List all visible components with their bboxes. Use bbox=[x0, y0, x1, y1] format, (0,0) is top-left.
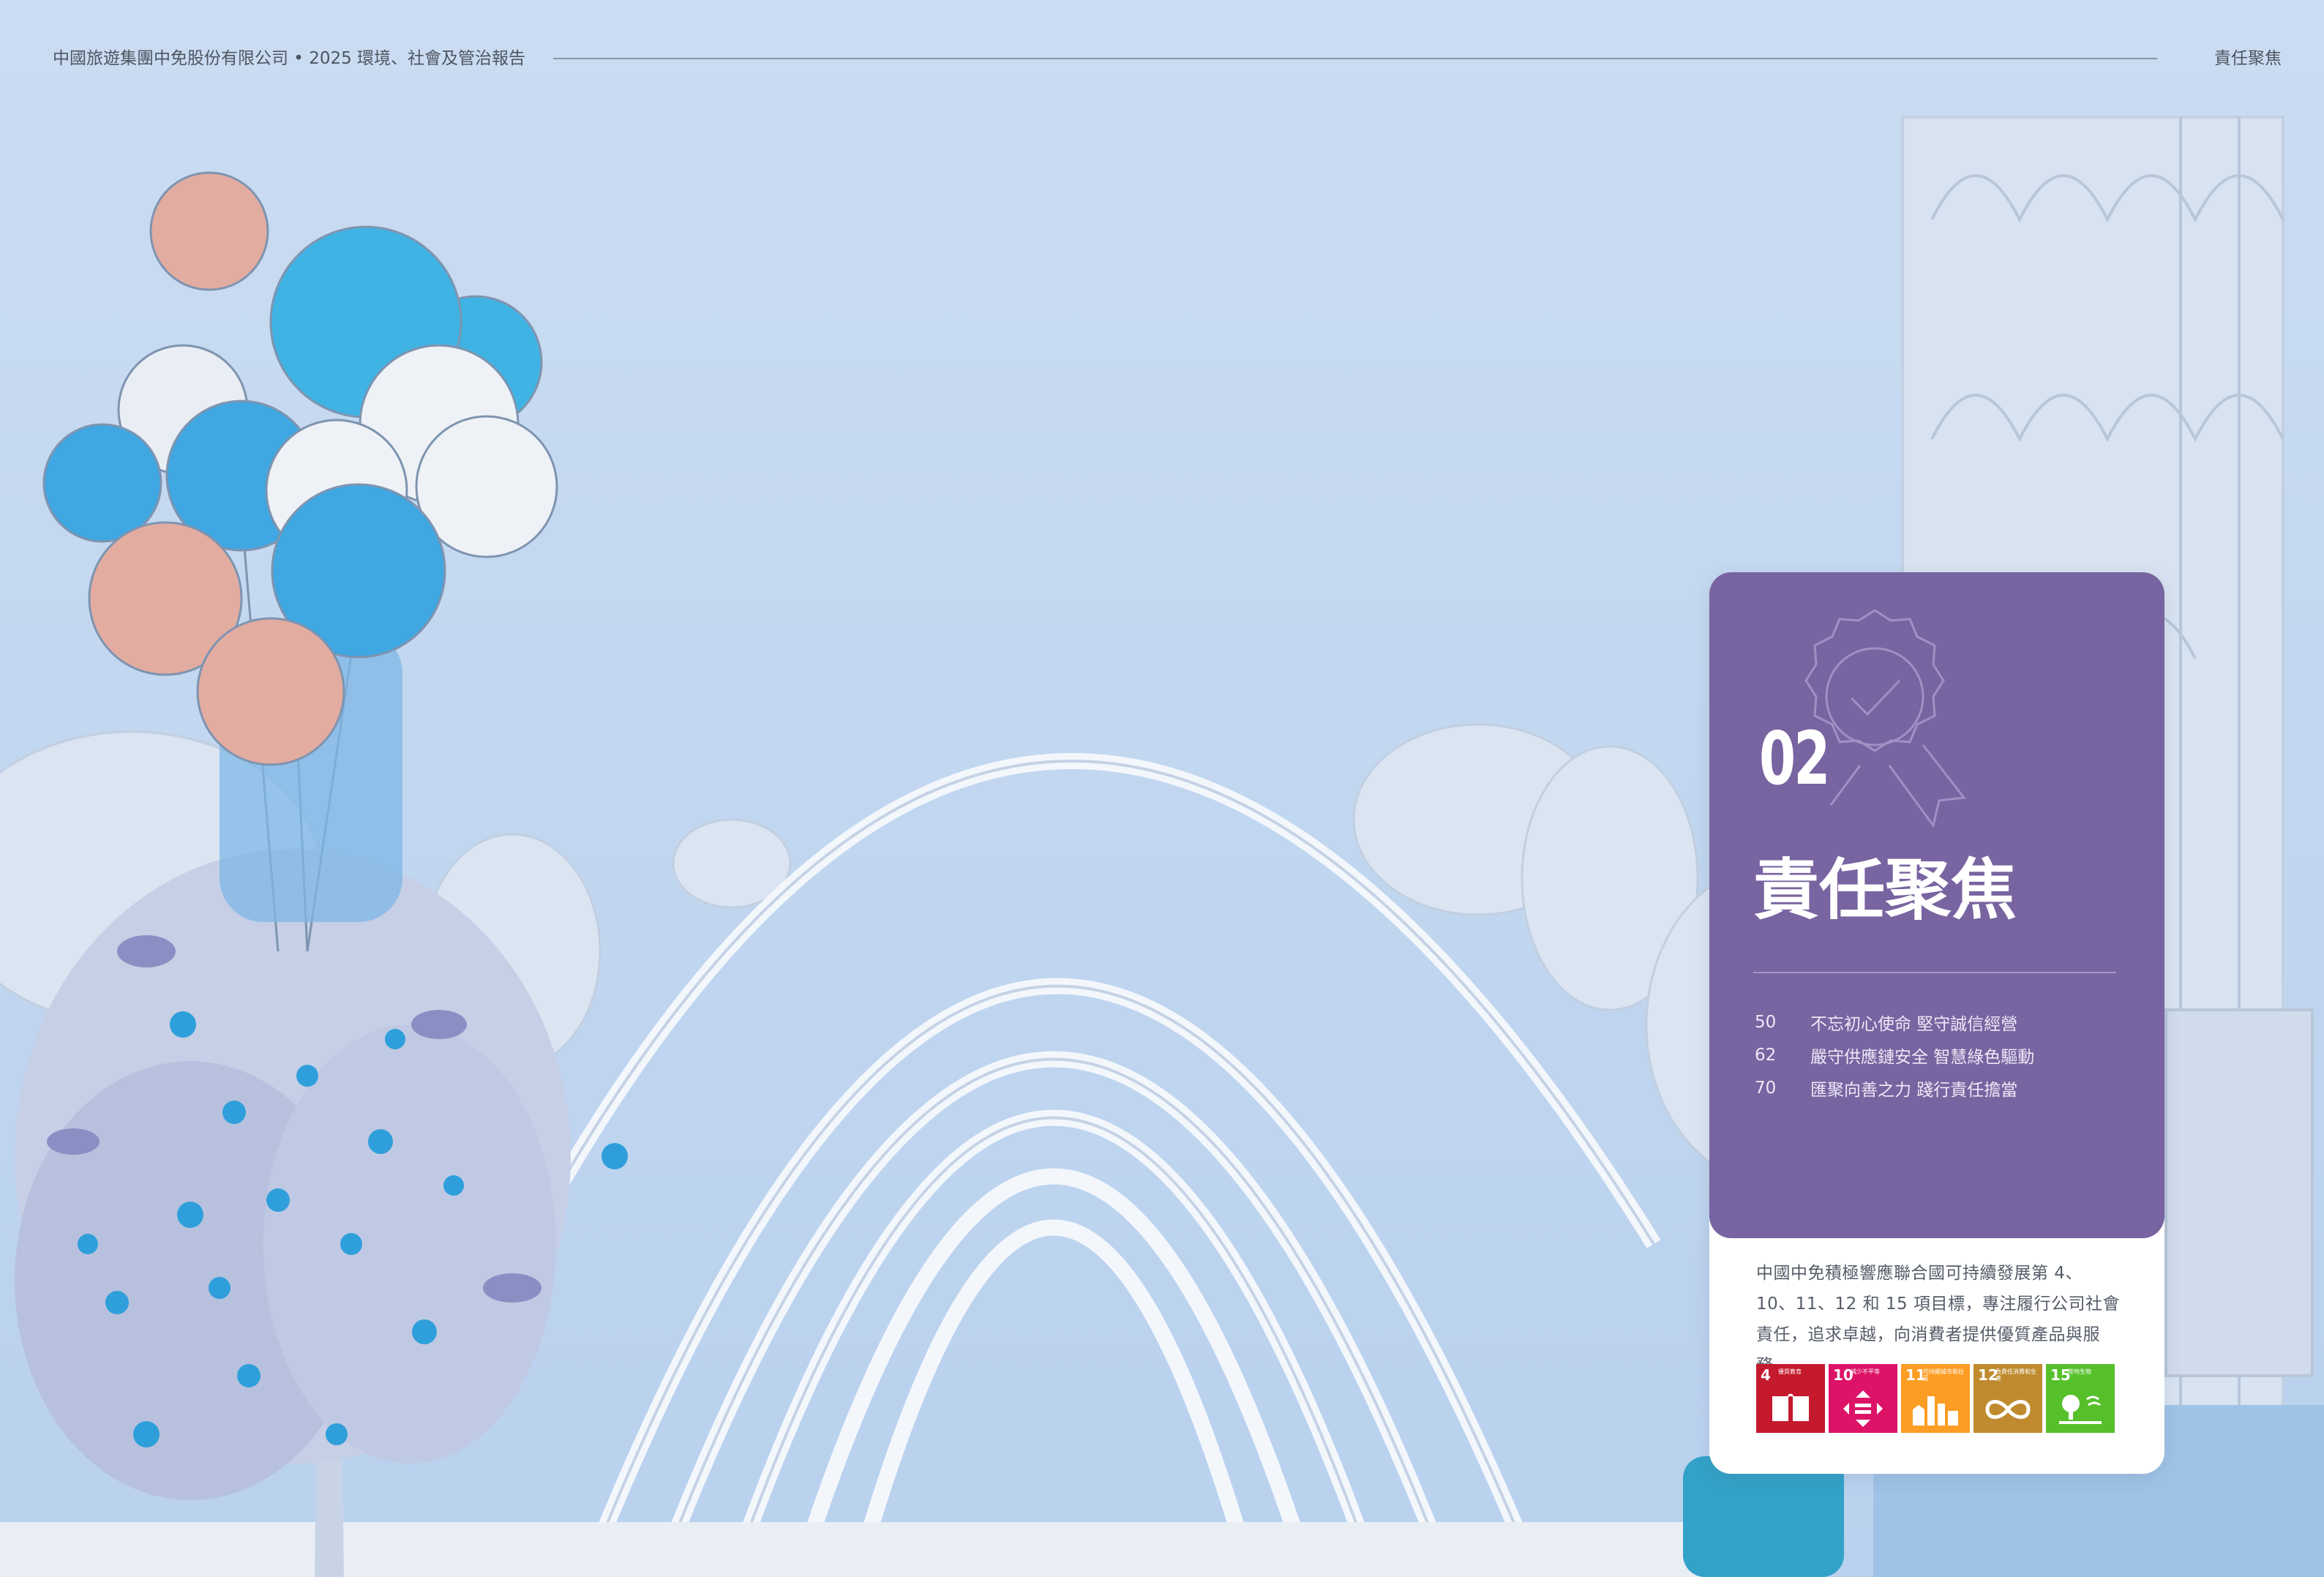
description-line: 10、11、12 和 15 項目標，專注履行公司社會 bbox=[1756, 1295, 2120, 1314]
contents-item-title: 匯聚向善之力 踐行責任擔當 bbox=[1810, 1080, 2018, 1100]
sdg-11-icon: 11 可持續城市和社區 bbox=[1901, 1364, 1970, 1433]
contents-item[interactable]: 62 嚴守供應鏈安全 智慧綠色驅動 bbox=[1755, 1038, 2034, 1071]
chapter-contents-list: 50 不忘初心使命 堅守誠信經營 62 嚴守供應鏈安全 智慧綠色驅動 70 匯聚… bbox=[1755, 1005, 2034, 1104]
description-line: 中國中免積極響應聯合國可持續發展第 4、 bbox=[1756, 1264, 2083, 1283]
report-header-title: 中國旅遊集團中免股份有限公司 • 2025 環境、社會及管治報告 bbox=[53, 49, 526, 68]
header-divider bbox=[553, 58, 2157, 59]
contents-item-title: 嚴守供應鏈安全 智慧綠色驅動 bbox=[1810, 1047, 2035, 1067]
book-icon bbox=[1772, 1393, 1809, 1421]
chapter-divider bbox=[1753, 972, 2116, 973]
chapter-number: 02 bbox=[1759, 716, 1830, 801]
tree-icon bbox=[2059, 1395, 2102, 1424]
chapter-description: 中國中免積極響應聯合國可持續發展第 4、 10、11、12 和 15 項目標，專… bbox=[1756, 1258, 2122, 1381]
contents-item[interactable]: 50 不忘初心使命 堅守誠信經營 bbox=[1755, 1005, 2034, 1038]
header-section-name: 責任聚焦 bbox=[2214, 49, 2282, 68]
infinity-icon bbox=[1985, 1400, 2031, 1419]
chapter-card-header: 02 責任聚焦 50 不忘初心使命 堅守誠信經營 62 嚴守供應鏈安全 智慧綠色… bbox=[1709, 572, 2164, 1238]
chapter-title: 責任聚焦 bbox=[1753, 852, 2017, 929]
contents-item-title: 不忘初心使命 堅守誠信經營 bbox=[1810, 1014, 2018, 1034]
city-icon bbox=[1913, 1396, 1958, 1426]
equality-icon bbox=[1843, 1390, 1883, 1427]
sdg-12-icon: 12 負責任消費和生產 bbox=[1973, 1364, 2042, 1433]
sdg-15-icon: 15 陸地生物 bbox=[2046, 1364, 2115, 1433]
contents-page-number: 62 bbox=[1755, 1045, 1777, 1065]
sdg-icon-row: 4 優質教育 10 減少不平等 11 可持續城市和社區 12 負責任消費和生產 … bbox=[1756, 1364, 2115, 1433]
contents-page-number: 50 bbox=[1755, 1012, 1777, 1032]
sdg-4-icon: 4 優質教育 bbox=[1756, 1364, 1825, 1433]
sdg-10-icon: 10 減少不平等 bbox=[1829, 1364, 1897, 1433]
contents-page-number: 70 bbox=[1755, 1078, 1777, 1098]
chapter-card: 02 責任聚焦 50 不忘初心使命 堅守誠信經營 62 嚴守供應鏈安全 智慧綠色… bbox=[1709, 572, 2164, 1474]
contents-item[interactable]: 70 匯聚向善之力 踐行責任擔當 bbox=[1755, 1071, 2034, 1104]
